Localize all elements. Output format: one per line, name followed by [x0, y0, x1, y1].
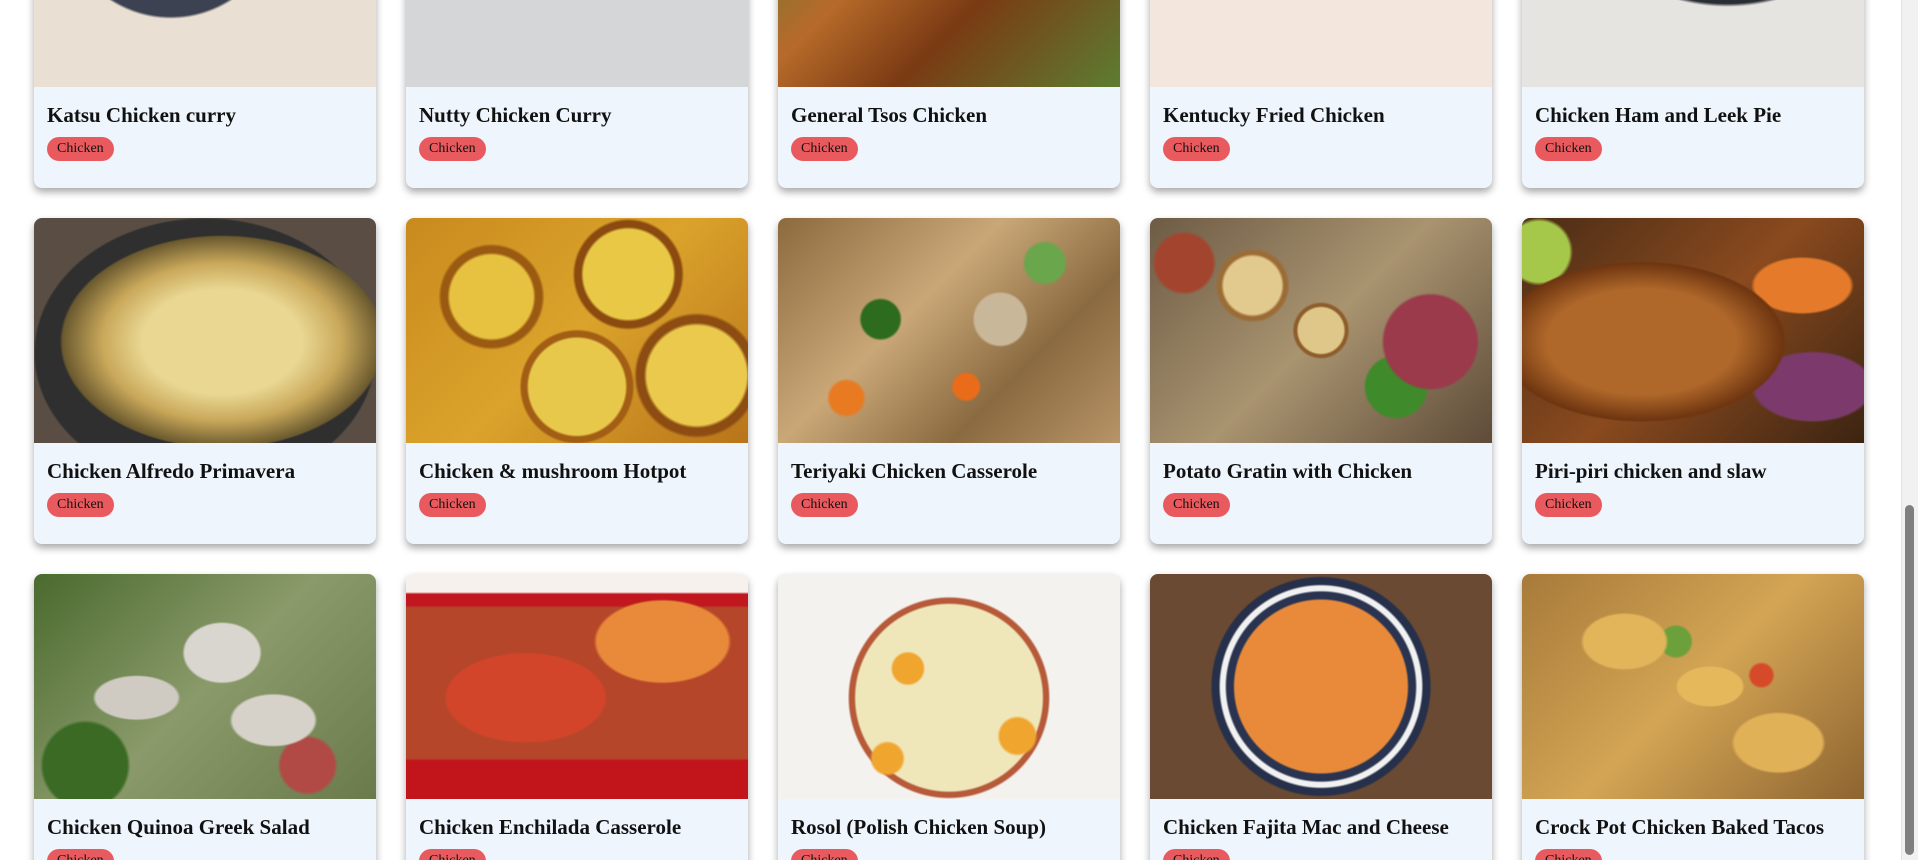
- category-tag: Chicken: [791, 849, 858, 860]
- recipe-card[interactable]: Katsu Chicken curry Chicken: [34, 0, 376, 188]
- scrollbar-thumb[interactable]: [1905, 505, 1914, 855]
- recipe-image: [778, 574, 1120, 799]
- recipe-card[interactable]: Crock Pot Chicken Baked Tacos Chicken: [1522, 574, 1864, 860]
- category-tag: Chicken: [791, 493, 858, 517]
- recipe-title: Chicken & mushroom Hotpot: [419, 459, 687, 483]
- recipe-image: [1522, 574, 1864, 799]
- category-tag: Chicken: [1535, 849, 1602, 860]
- recipe-title: Chicken Ham and Leek Pie: [1535, 103, 1782, 127]
- recipe-image: [1522, 218, 1864, 443]
- category-tag: Chicken: [419, 493, 486, 517]
- recipe-grid: Katsu Chicken curry Chicken Nutty Chicke…: [34, 0, 1864, 860]
- recipe-title: Chicken Fajita Mac and Cheese: [1163, 815, 1449, 839]
- category-tag: Chicken: [47, 493, 114, 517]
- category-tag: Chicken: [1535, 137, 1602, 161]
- category-tag: Chicken: [419, 849, 486, 860]
- recipe-image: [778, 218, 1120, 443]
- recipe-title: Chicken Quinoa Greek Salad: [47, 815, 310, 839]
- category-tag: Chicken: [1163, 849, 1230, 860]
- recipe-title: Crock Pot Chicken Baked Tacos: [1535, 815, 1824, 839]
- recipe-card[interactable]: Rosol (Polish Chicken Soup) Chicken: [778, 574, 1120, 860]
- recipe-image: [406, 574, 748, 799]
- recipe-title: Potato Gratin with Chicken: [1163, 459, 1413, 483]
- recipe-title: Chicken Enchilada Casserole: [419, 815, 682, 839]
- recipe-card[interactable]: Nutty Chicken Curry Chicken: [406, 0, 748, 188]
- recipe-card[interactable]: Potato Gratin with Chicken Chicken: [1150, 218, 1492, 544]
- recipe-card[interactable]: Chicken Fajita Mac and Cheese Chicken: [1150, 574, 1492, 860]
- category-tag: Chicken: [47, 849, 114, 860]
- category-tag: Chicken: [1163, 137, 1230, 161]
- recipe-title: Rosol (Polish Chicken Soup): [791, 815, 1046, 839]
- recipe-title: Chicken Alfredo Primavera: [47, 459, 296, 483]
- recipe-title: Nutty Chicken Curry: [419, 103, 612, 127]
- recipe-card[interactable]: Piri-piri chicken and slaw Chicken: [1522, 218, 1864, 544]
- recipe-card[interactable]: Chicken Ham and Leek Pie Chicken: [1522, 0, 1864, 188]
- recipe-page: Katsu Chicken curry Chicken Nutty Chicke…: [0, 0, 1918, 860]
- recipe-title: Piri-piri chicken and slaw: [1535, 459, 1767, 483]
- recipe-image: [406, 0, 748, 87]
- recipe-card[interactable]: General Tsos Chicken Chicken: [778, 0, 1120, 188]
- recipe-image: [34, 218, 376, 443]
- recipe-card[interactable]: Chicken Quinoa Greek Salad Chicken: [34, 574, 376, 860]
- recipe-card[interactable]: Chicken Alfredo Primavera Chicken: [34, 218, 376, 544]
- category-tag: Chicken: [419, 137, 486, 161]
- recipe-title: General Tsos Chicken: [791, 103, 988, 127]
- recipe-image: [1150, 0, 1492, 87]
- recipe-image: [406, 218, 748, 443]
- recipe-image: [1522, 0, 1864, 87]
- recipe-title: Teriyaki Chicken Casserole: [791, 459, 1038, 483]
- recipe-image: [1150, 218, 1492, 443]
- recipe-card[interactable]: Chicken & mushroom Hotpot Chicken: [406, 218, 748, 544]
- recipe-title: Kentucky Fried Chicken: [1163, 103, 1385, 127]
- recipe-image: [1150, 574, 1492, 799]
- category-tag: Chicken: [1535, 493, 1602, 517]
- recipe-card[interactable]: Kentucky Fried Chicken Chicken: [1150, 0, 1492, 188]
- category-tag: Chicken: [1163, 493, 1230, 517]
- category-tag: Chicken: [791, 137, 858, 161]
- recipe-card[interactable]: Teriyaki Chicken Casserole Chicken: [778, 218, 1120, 544]
- category-tag: Chicken: [47, 137, 114, 161]
- recipe-image: [778, 0, 1120, 87]
- vertical-scrollbar[interactable]: [1901, 0, 1918, 860]
- recipe-card[interactable]: Chicken Enchilada Casserole Chicken: [406, 574, 748, 860]
- recipe-image: [34, 574, 376, 799]
- recipe-title: Katsu Chicken curry: [47, 103, 236, 127]
- recipe-image: [34, 0, 376, 87]
